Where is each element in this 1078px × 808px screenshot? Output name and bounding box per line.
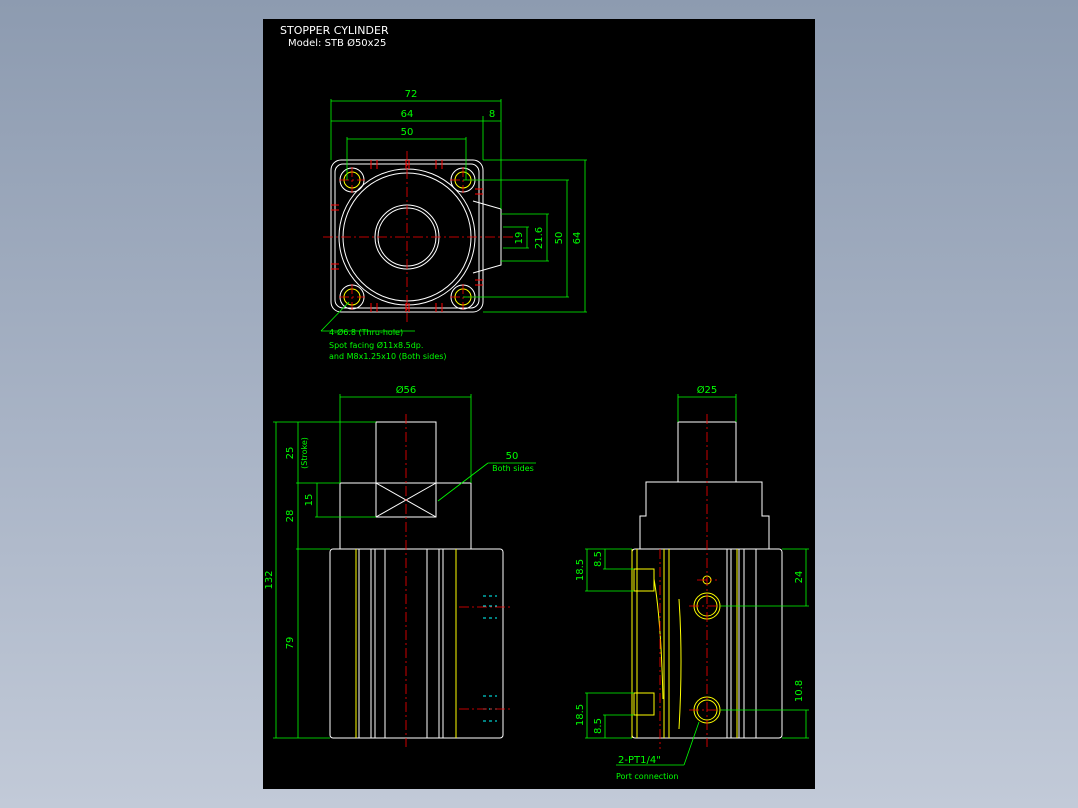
port-spec: 2-PT1/4" [618, 755, 661, 766]
dim-8-5-top: 8.5 [593, 551, 604, 567]
dim-ø56: Ø56 [396, 384, 417, 396]
cad-drawing: STOPPER CYLINDER Model: STB Ø50x25 72 64… [264, 24, 809, 781]
note-line-2: Spot facing Ø11x8.5dp. [329, 340, 423, 350]
dim-10-8: 10.8 [794, 680, 805, 702]
dim-28: 28 [285, 510, 296, 523]
dim-stroke-25: 25 [285, 447, 296, 460]
front-view-head [339, 482, 472, 549]
dim-24: 24 [794, 571, 805, 584]
model-label: Model: STB Ø50x25 [288, 37, 386, 49]
dim-15: 15 [304, 494, 315, 507]
dim-64-horizontal: 64 [401, 109, 414, 120]
dim-50-horizontal: 50 [401, 127, 414, 138]
dim-64-vertical: 64 [572, 232, 583, 245]
dim-ø25: Ø25 [697, 384, 718, 396]
drawing-sheet: STOPPER CYLINDER Model: STB Ø50x25 72 64… [263, 19, 815, 789]
dim-18-5-bottom: 18.5 [575, 704, 586, 726]
flats-note: Both sides [492, 464, 534, 473]
dim-8: 8 [489, 109, 495, 120]
dim-79: 79 [285, 637, 296, 650]
note-line-1: 4-Ø6.8 (Thru-hole) [329, 327, 403, 337]
dim-flats-50: 50 [506, 451, 519, 462]
top-view-corner-holes [339, 167, 476, 310]
front-view-body-grooves [355, 549, 444, 738]
top-view: 72 64 8 50 19 21.6 50 64 4-Ø6.8 (Thru-ho… [320, 89, 587, 361]
dim-72: 72 [405, 89, 418, 100]
dim-19: 19 [514, 232, 525, 245]
dim-132: 132 [264, 570, 275, 589]
note-line-3: and M8x1.25x10 (Both sides) [329, 352, 447, 361]
front-view: Ø56 25 (Stroke) 15 28 132 79 50 Both sid… [264, 384, 536, 747]
side-view: Ø25 18.5 8.5 24 18.5 8.5 10.8 2-PT1/4" P… [575, 384, 809, 781]
port-note: Port connection [616, 772, 678, 781]
side-view-head [639, 481, 770, 549]
stroke-label: (Stroke) [300, 437, 309, 469]
dim-18-5-top: 18.5 [575, 559, 586, 581]
dim-8-5-bottom: 8.5 [593, 718, 604, 734]
dim-21-6: 21.6 [534, 227, 545, 249]
drawing-title: STOPPER CYLINDER [280, 24, 389, 37]
dim-50-vertical: 50 [554, 232, 565, 245]
